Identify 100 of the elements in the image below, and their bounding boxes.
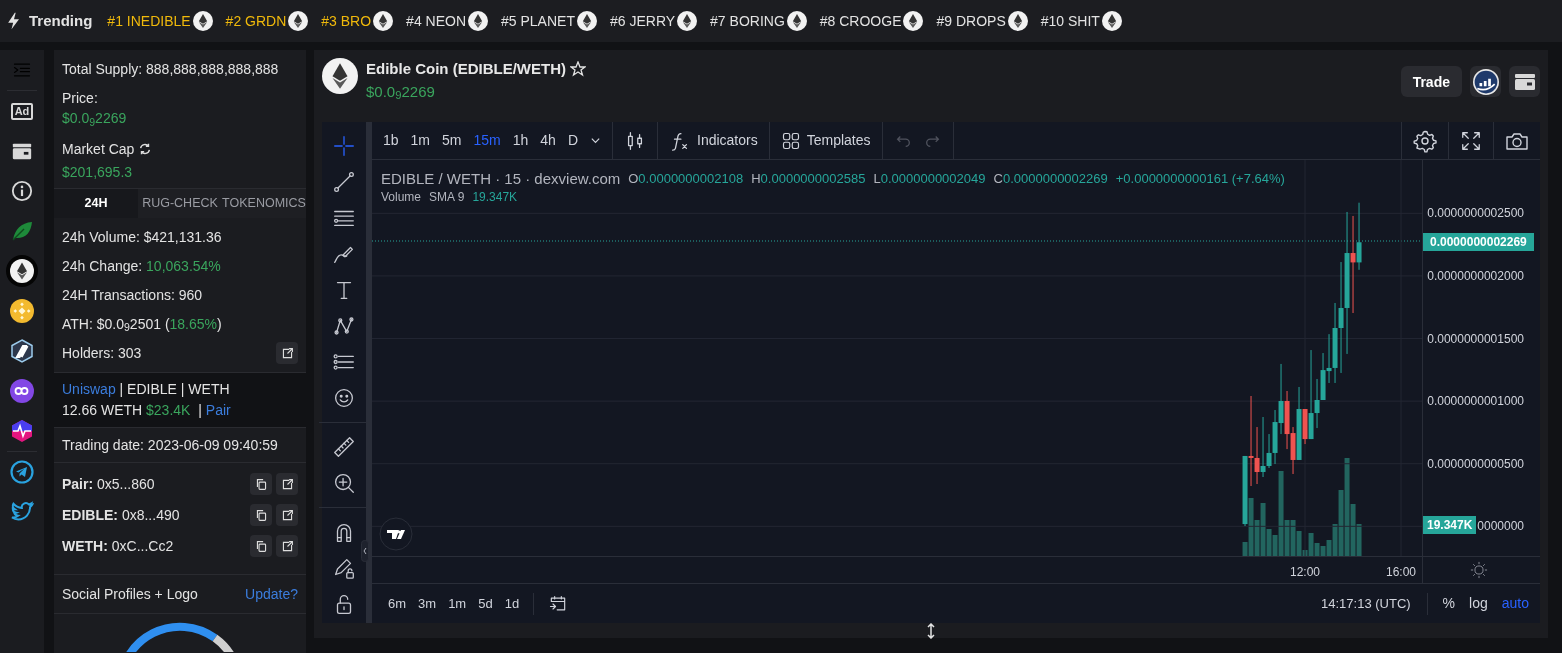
pair-link[interactable]: Pair bbox=[205, 401, 231, 418]
logo-icon[interactable] bbox=[379, 517, 413, 551]
price-change: +0.0000000000161 (+7.64%) bbox=[1115, 170, 1285, 188]
copy-button[interactable] bbox=[250, 473, 272, 496]
trending-token-link[interactable]: #9 DROPS bbox=[936, 10, 1006, 32]
eth-coin-icon bbox=[10, 259, 34, 283]
ohlc-value: L0.0000000002049 bbox=[873, 170, 986, 188]
external-link-icon bbox=[280, 539, 294, 553]
volume-sma: SMA 9 bbox=[429, 189, 465, 206]
external-link-button[interactable] bbox=[276, 535, 298, 558]
collapse-toolbar-icon[interactable] bbox=[361, 540, 369, 563]
wallet-button[interactable] bbox=[1509, 66, 1540, 97]
trending-token-link[interactable]: #6 JERRY bbox=[609, 10, 676, 32]
interval-tab[interactable]: 5m bbox=[437, 128, 467, 153]
price-value: $0.0$_{9}$2269 bbox=[62, 109, 128, 128]
ethereum-coin-icon bbox=[903, 11, 924, 31]
price-axis-label: 0.0000000000500 bbox=[1427, 456, 1524, 471]
copy-icon bbox=[254, 508, 268, 522]
trending-token-link[interactable]: #1 INEDIBLE bbox=[107, 10, 191, 32]
token-price: $0.0$_{9}$2269 bbox=[366, 81, 436, 103]
trending-token-link[interactable]: #7 BORING bbox=[710, 10, 785, 32]
price-axis-label: 0.0000000001000 bbox=[1427, 394, 1524, 409]
external-link-button[interactable] bbox=[276, 473, 298, 496]
trending-token-link[interactable]: #2 GRDN bbox=[225, 10, 287, 32]
refresh-icon[interactable] bbox=[138, 142, 153, 156]
external-link-icon bbox=[280, 477, 294, 491]
ohlc-value: O0.0000000002108 bbox=[628, 170, 744, 188]
total-supply-text: Total Supply: 888,888,888,888,888 bbox=[62, 60, 280, 79]
trendline-icon bbox=[331, 169, 357, 195]
time-axis-label: 12:00 bbox=[1290, 564, 1321, 581]
ruler-icon bbox=[331, 434, 357, 460]
trending-token-link[interactable]: #8 CROOGE bbox=[819, 10, 902, 32]
pool-liquidity-text: 12.66 WETH $23.4K | Pair bbox=[62, 400, 232, 420]
clock-text: 14:17:13 (UTC) bbox=[1321, 594, 1411, 613]
range-button[interactable]: 1m bbox=[442, 593, 473, 614]
interval-tab[interactable]: 1b bbox=[378, 128, 404, 153]
trending-label: Trending bbox=[29, 10, 93, 31]
external-link-icon bbox=[280, 508, 294, 522]
trending-token-link[interactable]: #10 SHIT bbox=[1040, 10, 1100, 32]
ethereum-coin-icon bbox=[677, 11, 698, 31]
settings-icon bbox=[1413, 128, 1437, 153]
stat-text: 24H Transactions: 960 bbox=[62, 285, 203, 305]
range-button[interactable]: 3m bbox=[412, 593, 443, 614]
pool-pair-text: Uniswap | EDIBLE | WETH bbox=[62, 379, 231, 399]
interval-tab[interactable]: 1m bbox=[405, 128, 436, 153]
crosshair-icon bbox=[331, 133, 357, 159]
polygon-coin-icon bbox=[10, 379, 34, 403]
stat-text: 24h Volume: $421,131.36 bbox=[62, 227, 222, 247]
price-axis-label: 0.0000000001500 bbox=[1427, 331, 1524, 346]
bnb-coin-icon bbox=[10, 299, 34, 323]
ethereum-coin-icon bbox=[1007, 11, 1028, 31]
range-button[interactable]: 6m bbox=[382, 593, 413, 614]
trending-token-link[interactable]: #5 PLANET bbox=[501, 10, 575, 32]
range-button[interactable]: 1d bbox=[498, 593, 526, 614]
external-link-button[interactable] bbox=[276, 504, 298, 527]
ads-button[interactable]: Ad bbox=[10, 102, 34, 120]
trending-token-link[interactable]: #3 BRO bbox=[321, 10, 372, 32]
copy-icon bbox=[254, 539, 268, 553]
ethereum-coin-icon bbox=[192, 11, 213, 31]
chart-symbol: EDIBLE / WETH · 15 · dexview.com bbox=[381, 170, 621, 188]
market-cap-label: Market Cap bbox=[62, 140, 135, 159]
external-link-icon bbox=[280, 346, 294, 360]
caret-icon bbox=[590, 135, 601, 146]
market-cap-value: $201,695.3 bbox=[62, 163, 134, 182]
leaf-coin-icon bbox=[10, 219, 34, 243]
scale-option[interactable]: auto bbox=[1494, 593, 1536, 614]
interval-tab[interactable]: 1h bbox=[507, 128, 534, 153]
external-link-button[interactable] bbox=[276, 342, 298, 365]
range-button[interactable]: 5d bbox=[472, 593, 499, 614]
price-axis-label: 0.0000000002000 bbox=[1427, 268, 1524, 283]
interval-tab[interactable]: D bbox=[562, 128, 583, 153]
chart-button[interactable] bbox=[1470, 66, 1501, 97]
copy-button[interactable] bbox=[250, 504, 272, 527]
copy-button[interactable] bbox=[250, 535, 272, 558]
brightness-icon[interactable] bbox=[1469, 561, 1488, 579]
address-text: Pair: 0x5...860 bbox=[62, 474, 155, 494]
update-link[interactable]: Update? bbox=[245, 583, 298, 605]
token-title: Edible Coin (EDIBLE/WETH) bbox=[366, 59, 566, 79]
interval-tab[interactable]: 15m bbox=[468, 128, 506, 153]
ethereum-coin-icon bbox=[1101, 11, 1122, 31]
dex-link[interactable]: Uniswap bbox=[62, 380, 116, 397]
address-text: WETH: 0xC...Cc2 bbox=[62, 536, 174, 556]
price-label: Price: bbox=[62, 89, 99, 108]
fullscreen-icon bbox=[1460, 129, 1482, 152]
templates-button[interactable]: Templates bbox=[775, 128, 876, 153]
address-text: EDIBLE: 0x8...490 bbox=[62, 505, 180, 525]
resize-handle-icon[interactable] bbox=[926, 622, 936, 639]
trending-token-link[interactable]: #4 NEON bbox=[406, 10, 467, 32]
price-axis-label: 0000000 bbox=[1477, 519, 1524, 534]
trade-button[interactable]: Trade bbox=[1400, 66, 1462, 97]
favorite-star[interactable] bbox=[570, 61, 586, 78]
trading-date-text: Trading date: 2023-06-09 09:40:59 bbox=[62, 435, 279, 455]
price-axis-label: 0.0000000002500 bbox=[1427, 206, 1524, 221]
scale-option[interactable]: % bbox=[1435, 593, 1463, 614]
scale-option[interactable]: log bbox=[1462, 593, 1495, 614]
ethereum-coin-icon bbox=[468, 11, 489, 31]
interval-tab[interactable]: 4h bbox=[535, 128, 561, 153]
info-tab[interactable]: 24H bbox=[54, 189, 138, 218]
indicators-button[interactable]: Indicators bbox=[664, 127, 763, 154]
ohlc-value: C0.0000000002269 bbox=[993, 170, 1108, 188]
